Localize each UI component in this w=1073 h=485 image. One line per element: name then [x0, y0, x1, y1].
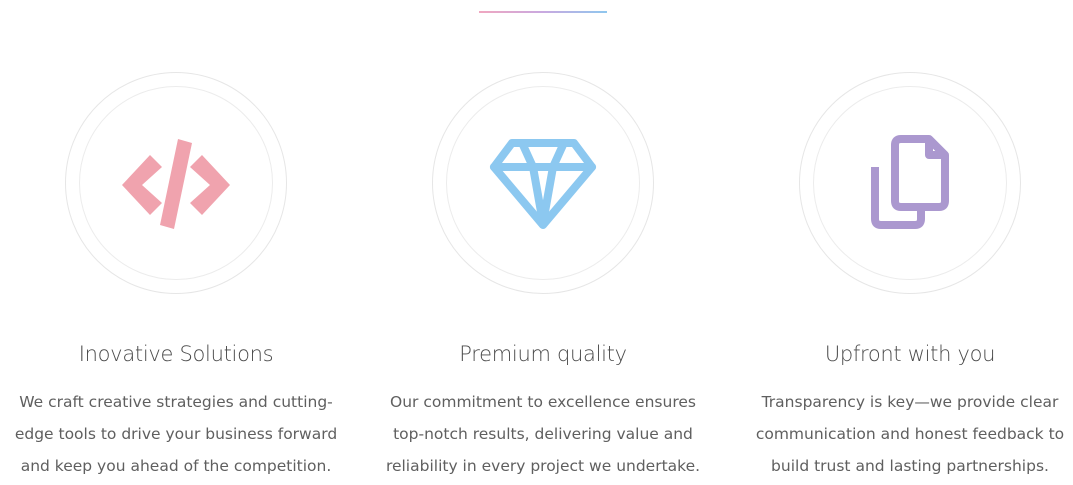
- feature-premium-quality: Premium quality Our commitment to excell…: [373, 72, 713, 482]
- feature-title: Upfront with you: [824, 342, 996, 366]
- section-divider: [479, 11, 607, 13]
- icon-ring: [432, 72, 654, 294]
- code-icon: [122, 139, 230, 229]
- feature-upfront-with-you: Upfront with you Transparency is key—we …: [740, 72, 1073, 482]
- feature-innovative-solutions: Inovative Solutions We craft creative st…: [6, 72, 346, 482]
- icon-ring: [799, 72, 1021, 294]
- files-icon: [871, 135, 949, 229]
- diamond-icon: [490, 139, 596, 229]
- feature-title: Premium quality: [459, 342, 627, 366]
- icon-ring: [65, 72, 287, 294]
- feature-description: We craft creative strategies and cutting…: [14, 393, 338, 475]
- feature-title: Inovative Solutions: [78, 342, 274, 366]
- feature-description: Transparency is key—we provide clear com…: [755, 393, 1065, 475]
- feature-description: Our commitment to excellence ensures top…: [385, 393, 701, 475]
